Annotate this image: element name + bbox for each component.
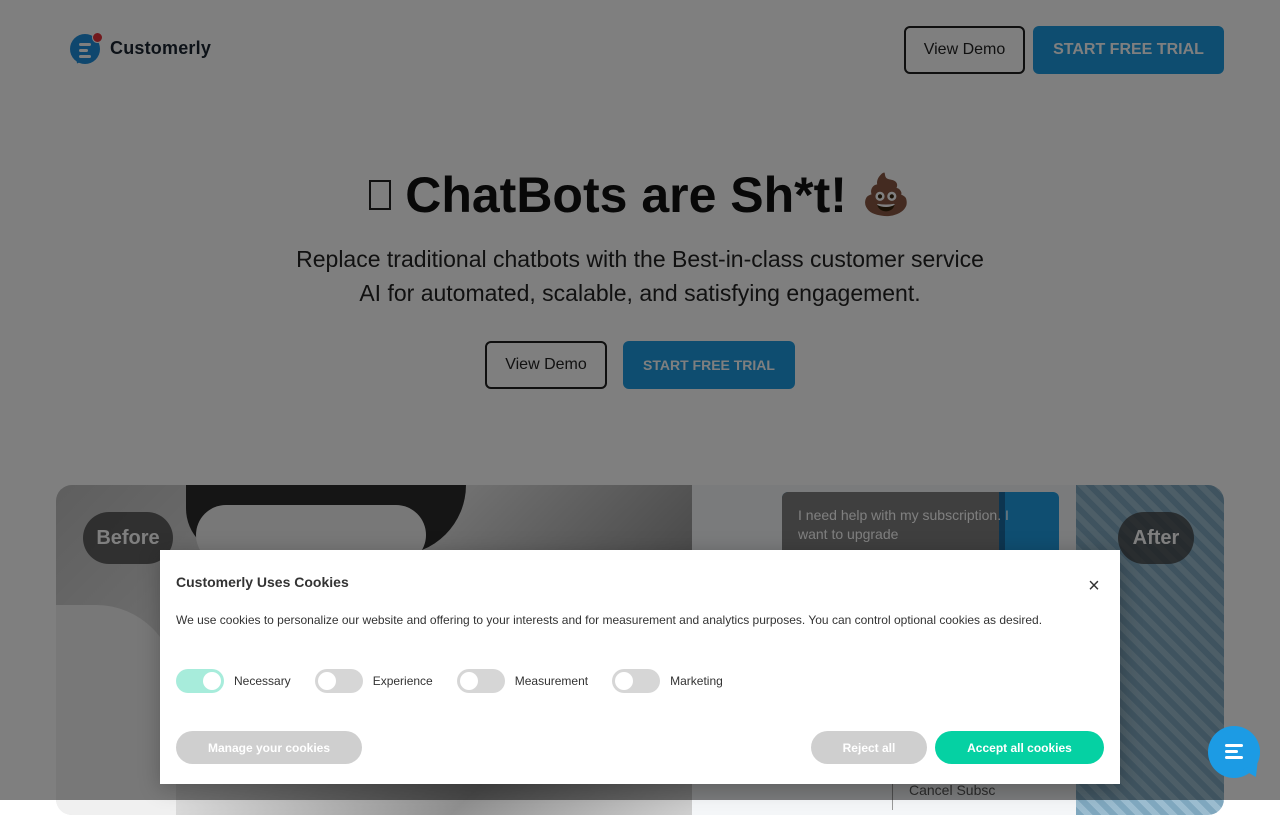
close-icon[interactable]: × [1084,576,1104,596]
toggle-label: Experience [372,674,433,688]
marketing-switch[interactable] [612,669,661,693]
toggle-measurement: Measurement [456,669,589,693]
toggle-label: Necessary [234,674,291,688]
toggle-experience: Experience [314,669,433,693]
necessary-switch[interactable] [176,669,224,693]
reject-all-button[interactable]: Reject all [811,731,927,764]
toggle-marketing: Marketing [612,669,723,693]
chat-launcher-icon[interactable] [1208,726,1262,781]
measurement-switch[interactable] [456,669,505,693]
toggle-label: Measurement [514,674,589,688]
cookie-toggle-group: Necessary Experience Measurement Marketi… [176,669,747,693]
cookie-dialog-title: Customerly Uses Cookies [176,574,349,590]
toggle-necessary: Necessary [176,669,291,693]
toggle-label: Marketing [670,674,723,688]
accept-all-cookies-button[interactable]: Accept all cookies [935,731,1104,764]
experience-switch[interactable] [314,669,363,693]
cookie-dialog-description: We use cookies to personalize our websit… [176,613,1043,627]
manage-cookies-button[interactable]: Manage your cookies [176,731,362,764]
cookie-consent-dialog: Customerly Uses Cookies × We use cookies… [160,550,1120,784]
